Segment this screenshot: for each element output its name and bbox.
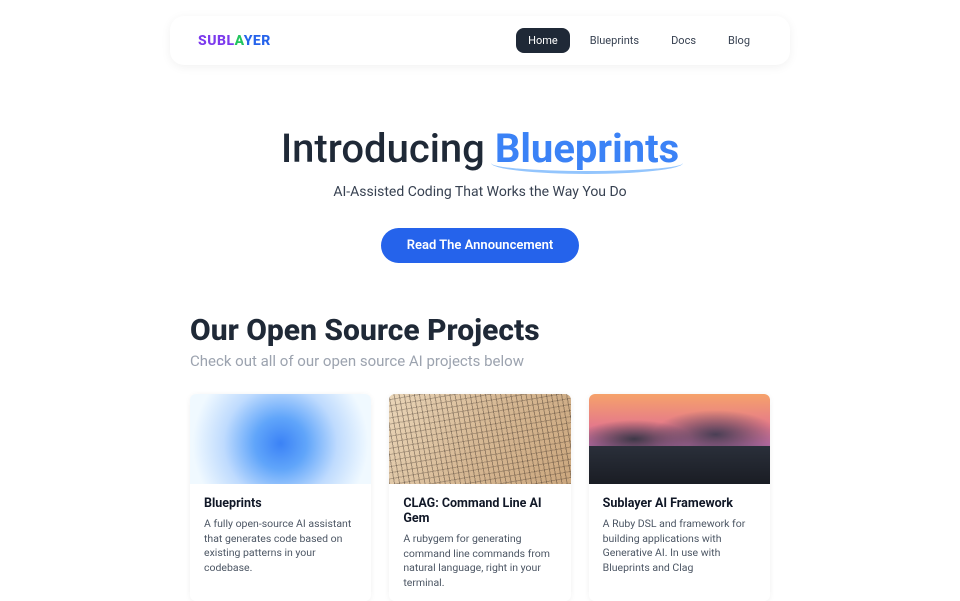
read-announcement-button[interactable]: Read The Announcement [381,228,580,263]
logo-part-yer: YER [244,33,271,49]
projects-section: Our Open Source Projects Check out all o… [0,313,960,601]
card-body: Sublayer AI Framework A Ruby DSL and fra… [589,484,770,576]
section-subtitle: Check out all of our open source AI proj… [190,352,770,370]
card-image [190,394,371,484]
project-card-sublayer[interactable]: Sublayer AI Framework A Ruby DSL and fra… [589,394,770,601]
card-image [589,394,770,484]
card-body: CLAG: Command Line AI Gem A rubygem for … [389,484,570,591]
navbar: SUBLAYER Home Blueprints Docs Blog [170,16,790,65]
card-desc: A Ruby DSL and framework for building ap… [603,517,756,576]
hero-subtitle: AI-Assisted Coding That Works the Way Yo… [40,184,920,200]
hero-title: Introducing Blueprints [40,125,920,172]
card-body: Blueprints A fully open-source AI assist… [190,484,371,576]
card-title: Sublayer AI Framework [603,496,756,511]
nav-link-home[interactable]: Home [516,28,570,53]
logo-part-sub: SUBL [198,33,235,49]
hero-title-prefix: Introducing [281,125,495,172]
project-cards: Blueprints A fully open-source AI assist… [190,394,770,601]
project-card-clag[interactable]: CLAG: Command Line AI Gem A rubygem for … [389,394,570,601]
hero: Introducing Blueprints AI-Assisted Codin… [0,125,960,263]
card-image [389,394,570,484]
nav-links: Home Blueprints Docs Blog [516,28,762,53]
nav-link-docs[interactable]: Docs [659,28,708,53]
hero-title-accent: Blueprints [495,125,679,172]
logo[interactable]: SUBLAYER [198,33,271,49]
card-desc: A fully open-source AI assistant that ge… [204,517,357,576]
project-card-blueprints[interactable]: Blueprints A fully open-source AI assist… [190,394,371,601]
card-title: Blueprints [204,496,357,511]
nav-link-blog[interactable]: Blog [716,28,762,53]
section-title: Our Open Source Projects [190,313,770,348]
card-desc: A rubygem for generating command line co… [403,532,556,591]
nav-link-blueprints[interactable]: Blueprints [578,28,651,53]
logo-part-a: A [235,33,244,49]
card-title: CLAG: Command Line AI Gem [403,496,556,526]
